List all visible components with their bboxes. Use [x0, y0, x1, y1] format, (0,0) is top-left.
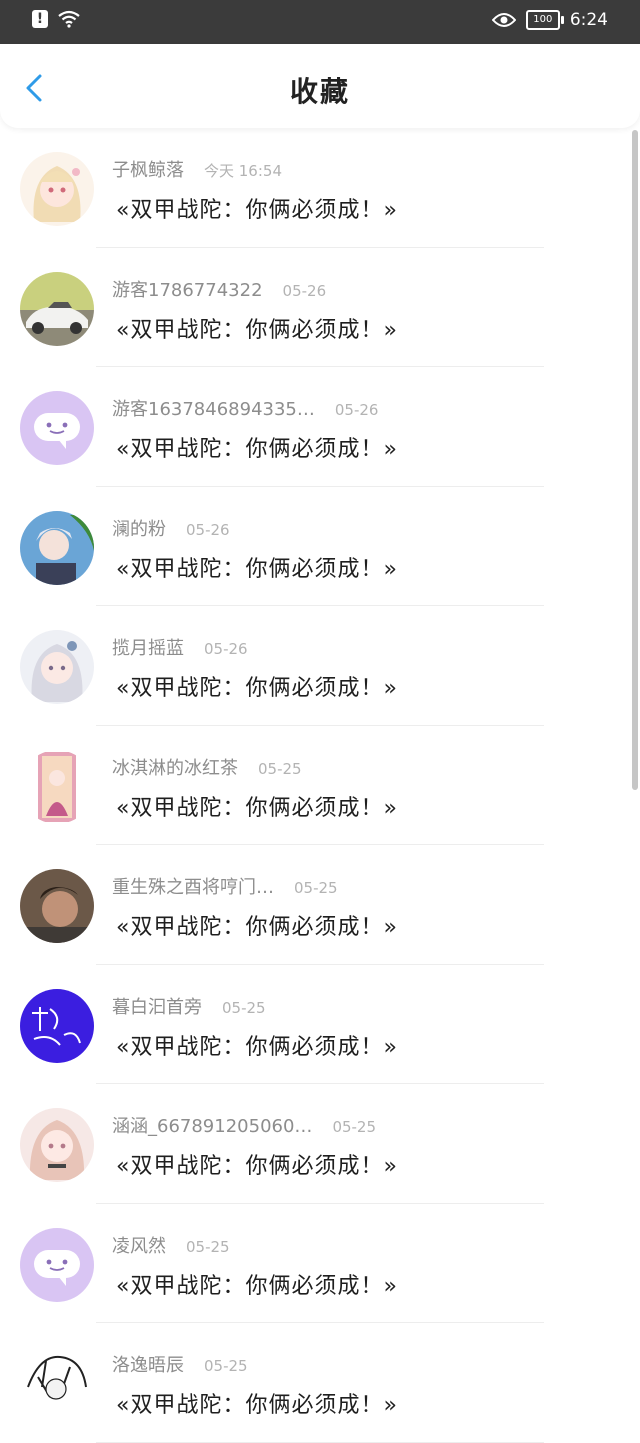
- favorite-item[interactable]: 涵涵_667891205060… 05-25 «双甲战陀：你俩必须成！»: [0, 1084, 640, 1204]
- nav-header: 收藏: [0, 44, 640, 128]
- timestamp: 05-25: [294, 879, 338, 897]
- avatar[interactable]: [20, 1227, 94, 1302]
- avatar[interactable]: [20, 1108, 94, 1182]
- timestamp: 05-25: [258, 759, 302, 778]
- item-meta: 子枫鲸落 今天 16:54: [112, 156, 282, 182]
- content-title[interactable]: «双甲战陀：你俩必须成！»: [116, 909, 398, 941]
- item-meta: 澜的粉 05-26: [112, 515, 230, 541]
- favorite-item[interactable]: 揽月摇蓝 05-26 «双甲战陀：你俩必须成！»: [0, 606, 640, 726]
- item-meta: 重生殊之酉将哼门… 05-25: [112, 873, 338, 899]
- favorite-item[interactable]: 游客1637846894335… 05-26 «双甲战陀：你俩必须成！»: [0, 367, 640, 487]
- avatar[interactable]: [20, 271, 94, 346]
- item-meta: 游客1637846894335… 05-26: [112, 395, 378, 421]
- favorites-list: 子枫鲸落 今天 16:54 «双甲战陀：你俩必须成！» 游客1786774322 05-…: [0, 128, 640, 1443]
- timestamp: 05-25: [186, 1237, 230, 1256]
- content-title[interactable]: «双甲战陀：你俩必须成！»: [116, 790, 398, 822]
- eye-icon: [491, 13, 516, 27]
- item-meta: 洛逸晤辰 05-25: [112, 1351, 248, 1377]
- page-title: 收藏: [289, 75, 350, 108]
- notification-alert-icon: !: [32, 10, 48, 28]
- content-title[interactable]: «双甲战陀：你俩必须成！»: [116, 1387, 398, 1419]
- username[interactable]: 冰淇淋的冰红茶: [112, 754, 238, 780]
- wifi-icon: [58, 10, 80, 28]
- content-title[interactable]: «双甲战陀：你俩必须成！»: [116, 1268, 398, 1300]
- username[interactable]: 游客1786774322: [112, 276, 263, 302]
- timestamp: 05-26: [186, 520, 230, 539]
- clock: 6:24: [569, 10, 608, 30]
- favorite-item[interactable]: 凌风然 05-25 «双甲战陀：你俩必须成！»: [0, 1204, 640, 1323]
- divider: [96, 1441, 544, 1443]
- avatar[interactable]: [20, 391, 94, 465]
- username[interactable]: 揽月摇蓝: [112, 634, 184, 660]
- username[interactable]: 游客1637846894335…: [112, 395, 315, 421]
- timestamp: 05-26: [334, 401, 379, 419]
- item-meta: 涵涵_667891205060… 05-25: [112, 1112, 376, 1138]
- content-title[interactable]: «双甲战陀：你俩必须成！»: [116, 431, 398, 463]
- username[interactable]: 澜的粉: [112, 515, 166, 541]
- timestamp: 今天 16:54: [204, 162, 282, 180]
- avatar[interactable]: [20, 749, 94, 824]
- item-meta: 游客1786774322 05-26: [112, 276, 326, 302]
- favorite-item[interactable]: 游客1786774322 05-26 «双甲战陀：你俩必须成！»: [0, 248, 640, 367]
- scrollbar[interactable]: [632, 130, 638, 790]
- username[interactable]: 重生殊之酉将哼门…: [112, 873, 274, 899]
- content-title[interactable]: «双甲战陀：你俩必须成！»: [116, 1148, 398, 1180]
- avatar[interactable]: [20, 630, 94, 704]
- battery-icon: 100: [525, 10, 564, 30]
- avatar[interactable]: [20, 152, 94, 226]
- status-bar: ! 100 6:24: [0, 0, 640, 44]
- item-meta: 暮白汩首旁 05-25: [112, 993, 266, 1019]
- item-meta: 揽月摇蓝 05-26: [112, 634, 248, 660]
- timestamp: 05-25: [204, 1357, 248, 1375]
- favorite-item[interactable]: 子枫鲸落 今天 16:54 «双甲战陀：你俩必须成！»: [0, 128, 640, 248]
- username[interactable]: 凌风然: [112, 1232, 166, 1258]
- status-icons-left: !: [32, 10, 80, 28]
- avatar[interactable]: [20, 988, 94, 1063]
- avatar[interactable]: [20, 1347, 94, 1421]
- content-title[interactable]: «双甲战陀：你俩必须成！»: [116, 1029, 398, 1061]
- timestamp: 05-26: [204, 640, 248, 658]
- favorite-item[interactable]: 冰淇淋的冰红茶 05-25 «双甲战陀：你俩必须成！»: [0, 726, 640, 845]
- content-title[interactable]: «双甲战陀：你俩必须成！»: [116, 670, 398, 702]
- timestamp: 05-25: [222, 998, 266, 1017]
- username[interactable]: 洛逸晤辰: [112, 1351, 184, 1377]
- battery-level: 100: [533, 14, 553, 25]
- timestamp: 05-26: [282, 281, 327, 300]
- username[interactable]: 子枫鲸落: [112, 156, 184, 182]
- status-icons-right: 100 6:24: [491, 10, 608, 30]
- favorite-item[interactable]: 洛逸晤辰 05-25 «双甲战陀：你俩必须成！»: [0, 1323, 640, 1443]
- username[interactable]: 涵涵_667891205060…: [112, 1112, 312, 1138]
- item-meta: 凌风然 05-25: [112, 1232, 230, 1258]
- item-meta: 冰淇淋的冰红茶 05-25: [112, 754, 302, 780]
- content-title[interactable]: «双甲战陀：你俩必须成！»: [116, 312, 398, 344]
- content-title[interactable]: «双甲战陀：你俩必须成！»: [116, 551, 398, 583]
- username[interactable]: 暮白汩首旁: [112, 993, 202, 1019]
- favorite-item[interactable]: 澜的粉 05-26 «双甲战陀：你俩必须成！»: [0, 487, 640, 606]
- content-title[interactable]: «双甲战陀：你俩必须成！»: [116, 192, 398, 224]
- timestamp: 05-25: [332, 1118, 377, 1136]
- favorite-item[interactable]: 暮白汩首旁 05-25 «双甲战陀：你俩必须成！»: [0, 965, 640, 1084]
- avatar[interactable]: [20, 510, 94, 585]
- avatar[interactable]: [20, 869, 94, 943]
- favorite-item[interactable]: 重生殊之酉将哼门… 05-25 «双甲战陀：你俩必须成！»: [0, 845, 640, 965]
